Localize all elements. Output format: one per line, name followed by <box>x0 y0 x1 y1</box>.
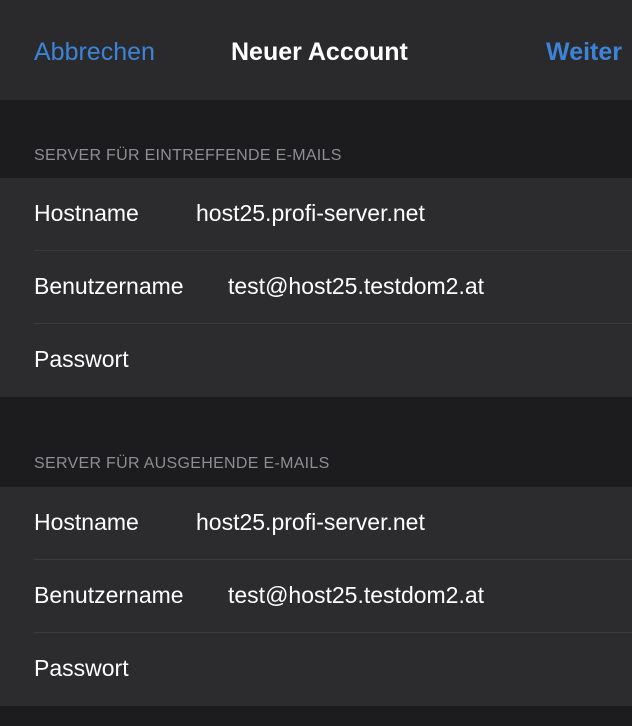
incoming-password-row[interactable]: Passwort <box>0 324 632 397</box>
incoming-section-header: SERVER FÜR EINTREFFENDE E-MAILS <box>34 147 342 164</box>
bottom-spacer <box>0 706 632 726</box>
outgoing-username-field[interactable] <box>228 582 628 609</box>
outgoing-server-group: Hostname Benutzername Passwort <box>0 487 632 706</box>
outgoing-hostname-label: Hostname <box>34 509 139 535</box>
outgoing-section-header: SERVER FÜR AUSGEHENDE E-MAILS <box>34 455 330 472</box>
cancel-button[interactable]: Abbrechen <box>34 38 155 67</box>
incoming-hostname-label: Hostname <box>34 200 139 226</box>
outgoing-username-label: Benutzername <box>34 582 184 608</box>
outgoing-hostname-field[interactable] <box>196 509 596 536</box>
incoming-username-row[interactable]: Benutzername <box>0 251 632 324</box>
next-button[interactable]: Weiter <box>546 38 622 67</box>
incoming-server-group: Hostname Benutzername Passwort <box>0 178 632 397</box>
outgoing-password-row[interactable]: Passwort <box>0 633 632 706</box>
incoming-password-field[interactable] <box>196 346 596 373</box>
outgoing-username-row[interactable]: Benutzername <box>0 560 632 633</box>
incoming-password-label: Passwort <box>34 346 129 372</box>
incoming-hostname-field[interactable] <box>196 200 596 227</box>
outgoing-hostname-row[interactable]: Hostname <box>0 487 632 560</box>
incoming-username-label: Benutzername <box>34 273 184 299</box>
incoming-username-field[interactable] <box>228 273 628 300</box>
navigation-bar: Abbrechen Neuer Account Weiter <box>0 0 632 100</box>
incoming-hostname-row[interactable]: Hostname <box>0 178 632 251</box>
outgoing-password-field[interactable] <box>196 655 596 682</box>
outgoing-password-label: Passwort <box>34 655 129 681</box>
page-title: Neuer Account <box>231 38 408 66</box>
